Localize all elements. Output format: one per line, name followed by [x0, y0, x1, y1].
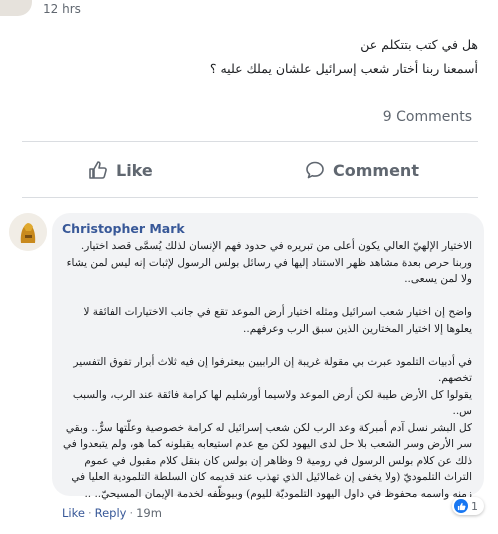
comment-line	[58, 288, 472, 305]
comment-line: سر الأرض وسر الشعب بلا حل لدى اليهود لكن…	[63, 438, 472, 450]
post-body: هل في كتب بتتكلم عن أسمعنا ربنا أختار شع…	[38, 33, 478, 81]
divider	[22, 141, 478, 142]
comment-line: س..	[452, 405, 473, 417]
comment-line: واضح إن اختيار شعب اسرائيل ومثله اختيار …	[83, 306, 472, 318]
comment-like-link[interactable]: Like	[62, 506, 85, 520]
post-actions: Like Comment	[0, 150, 498, 190]
like-label: Like	[116, 160, 153, 180]
comment-timestamp[interactable]: 19m	[136, 506, 162, 520]
comment-line: زمنه واسمه محفوظ في داول اليهود التلمودي…	[84, 487, 472, 500]
comments-count-link[interactable]: 9 Comments	[383, 109, 472, 125]
comment-line: ولا لمن يسعى..	[404, 273, 472, 285]
divider	[22, 197, 478, 198]
comment-button[interactable]: Comment	[305, 150, 419, 190]
comment-line: يقولوا كل الأرض طيبة لكن أرض الموعد ولاس…	[72, 388, 472, 401]
comment-line	[58, 337, 472, 354]
like-button[interactable]: Like	[88, 150, 153, 190]
separator-dot: ·	[129, 506, 134, 520]
reaction-summary[interactable]: 1	[452, 497, 484, 515]
post-timestamp[interactable]: 12 hrs	[43, 2, 81, 16]
comment-actions: Like · Reply · 19m	[62, 506, 162, 520]
like-reaction-icon	[454, 499, 468, 513]
reaction-count: 1	[471, 499, 478, 513]
comment-line: التراث التلموديّ (ولا يخفى إن غمالائيل ا…	[71, 471, 472, 483]
comment-bubble: Christopher Mark الاختيار الإلهيّ العالي…	[52, 213, 484, 500]
comment-line: في أدبيات التلمود عبرت بي مقولة غريبة إن…	[73, 355, 472, 368]
poster-avatar[interactable]	[0, 0, 32, 16]
comment-label: Comment	[333, 160, 419, 180]
comment-line: تخصهم.	[438, 372, 472, 384]
comment-line: الاختيار الإلهيّ العالي يكون أعلى من تبر…	[80, 240, 472, 252]
post-line: أسمعنا ربنا أختار شعب إسرائيل علشان يملك…	[209, 61, 478, 76]
comment-line: كل البشر نسل آدم أمبركة وعد الرب لكن شعب…	[65, 421, 472, 434]
post-line: هل في كتب بتتكلم عن	[360, 37, 478, 52]
comment-line: وربنا حرص بعدة مشاهد ظهر الاستناد إليها …	[66, 256, 472, 269]
comment-line: يعلوها إلا اختيار المختارين الذين سبق ال…	[243, 322, 472, 335]
commenter-avatar[interactable]	[9, 213, 47, 251]
comment-line: ذلك عن كلام بولس الرسول في رومية 9 وظاهر…	[84, 454, 472, 467]
comment-reply-link[interactable]: Reply	[95, 506, 127, 520]
speech-bubble-icon	[305, 160, 325, 180]
post-header: 12 hrs	[0, 0, 498, 20]
comment-text: الاختيار الإلهيّ العالي يكون أعلى من تبر…	[58, 238, 472, 502]
separator-dot: ·	[87, 506, 92, 520]
comment-author[interactable]: Christopher Mark	[62, 221, 185, 236]
thumbs-up-icon	[88, 160, 108, 180]
